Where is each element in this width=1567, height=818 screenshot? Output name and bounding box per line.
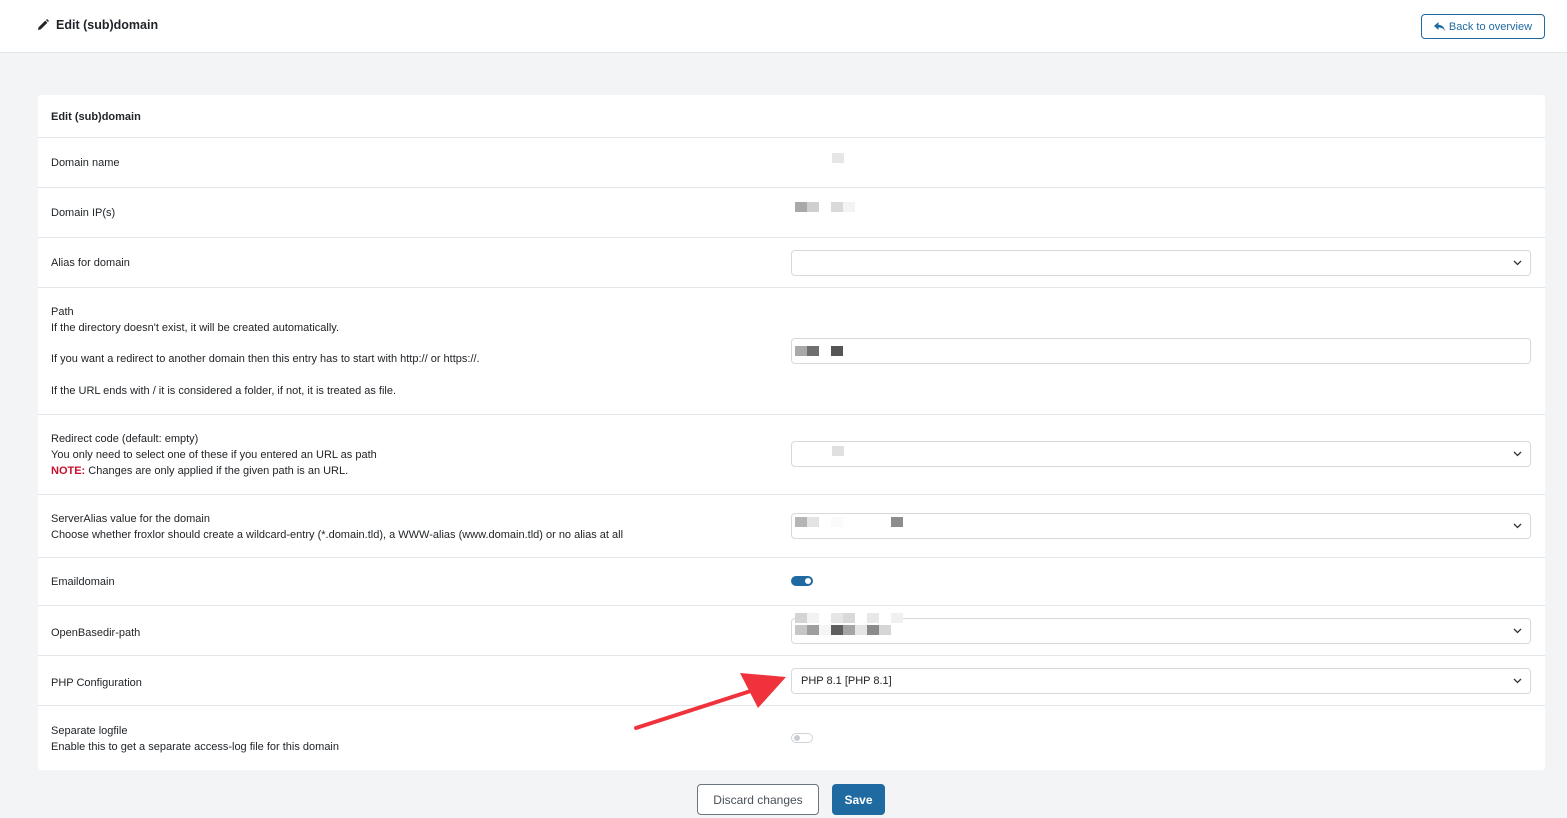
redirect-note-text: Changes are only applied if the given pa… [85, 465, 349, 477]
back-to-overview-label: Back to overview [1448, 20, 1533, 33]
edit-domain-card: Edit (sub)domain Domain name Domain IP(s… [38, 95, 1545, 770]
path-help-1: If the directory doesn't exist, it will … [51, 322, 340, 334]
card-title: Edit (sub)domain [38, 95, 1545, 138]
reply-arrow-icon [1433, 22, 1445, 31]
domain-name-value-redacted [832, 153, 844, 163]
page-title-text: Edit (sub)domain [56, 18, 159, 32]
openbasedir-value-redacted-bottom [795, 625, 903, 635]
logfile-label: Separate logfile [51, 725, 128, 737]
path-input[interactable] [791, 338, 1531, 364]
separate-logfile-toggle[interactable] [791, 733, 813, 743]
redirect-label: Redirect code (default: empty) [51, 433, 199, 445]
path-help-2: If you want a redirect to another domain… [51, 353, 480, 365]
row-openbasedir: OpenBasedir-path [38, 606, 1545, 656]
domain-ips-value-redacted [795, 202, 855, 212]
pencil-icon [38, 19, 49, 30]
row-php-configuration: PHP Configuration PHP 8.1 [PHP 8.1] [38, 656, 1545, 706]
domain-ips-label: Domain IP(s) [51, 207, 116, 219]
redirect-value-redacted [832, 446, 844, 456]
save-button[interactable]: Save [832, 784, 885, 815]
emaildomain-label: Emaildomain [51, 576, 115, 588]
redirect-help: You only need to select one of these if … [51, 449, 377, 461]
chevron-down-icon [1513, 678, 1522, 684]
top-bar: Edit (sub)domain Back to overview [0, 0, 1567, 53]
redirect-code-select[interactable] [791, 441, 1531, 467]
row-domain-name: Domain name [38, 138, 1545, 188]
path-help-3: If the URL ends with / it is considered … [51, 385, 397, 397]
alias-label: Alias for domain [51, 257, 130, 269]
chevron-down-icon [1513, 523, 1522, 529]
domain-name-label: Domain name [51, 157, 120, 169]
page-title: Edit (sub)domain [37, 18, 158, 32]
redirect-note: NOTE: Changes are only applied if the gi… [51, 463, 348, 479]
redirect-note-label: NOTE: [51, 465, 86, 477]
discard-changes-button[interactable]: Discard changes [697, 784, 819, 815]
chevron-down-icon [1513, 628, 1522, 634]
path-label: Path [51, 306, 74, 318]
php-configuration-value: PHP 8.1 [PHP 8.1] [801, 675, 892, 687]
logfile-help: Enable this to get a separate access-log… [51, 741, 339, 753]
annotation-arrow-icon [634, 673, 786, 730]
serveralias-label: ServerAlias value for the domain [51, 513, 210, 525]
emaildomain-toggle[interactable] [791, 576, 813, 586]
row-separate-logfile: Separate logfile Enable this to get a se… [38, 706, 1545, 770]
chevron-down-icon [1513, 260, 1522, 266]
openbasedir-value-redacted-top [795, 613, 903, 623]
row-emaildomain: Emaildomain [38, 558, 1545, 606]
row-serveralias: ServerAlias value for the domain Choose … [38, 495, 1545, 558]
row-alias: Alias for domain [38, 238, 1545, 288]
chevron-down-icon [1513, 451, 1522, 457]
row-redirect-code: Redirect code (default: empty) You only … [38, 415, 1545, 495]
path-value-redacted [795, 346, 843, 356]
serveralias-value-redacted [795, 517, 903, 527]
row-domain-ips: Domain IP(s) [38, 188, 1545, 238]
row-path: Path If the directory doesn't exist, it … [38, 288, 1545, 415]
back-to-overview-button[interactable]: Back to overview [1421, 14, 1545, 39]
php-configuration-label: PHP Configuration [51, 677, 142, 689]
serveralias-help: Choose whether froxlor should create a w… [51, 529, 624, 541]
alias-select[interactable] [791, 250, 1531, 276]
openbasedir-label: OpenBasedir-path [51, 627, 141, 639]
php-configuration-select[interactable]: PHP 8.1 [PHP 8.1] [791, 668, 1531, 694]
